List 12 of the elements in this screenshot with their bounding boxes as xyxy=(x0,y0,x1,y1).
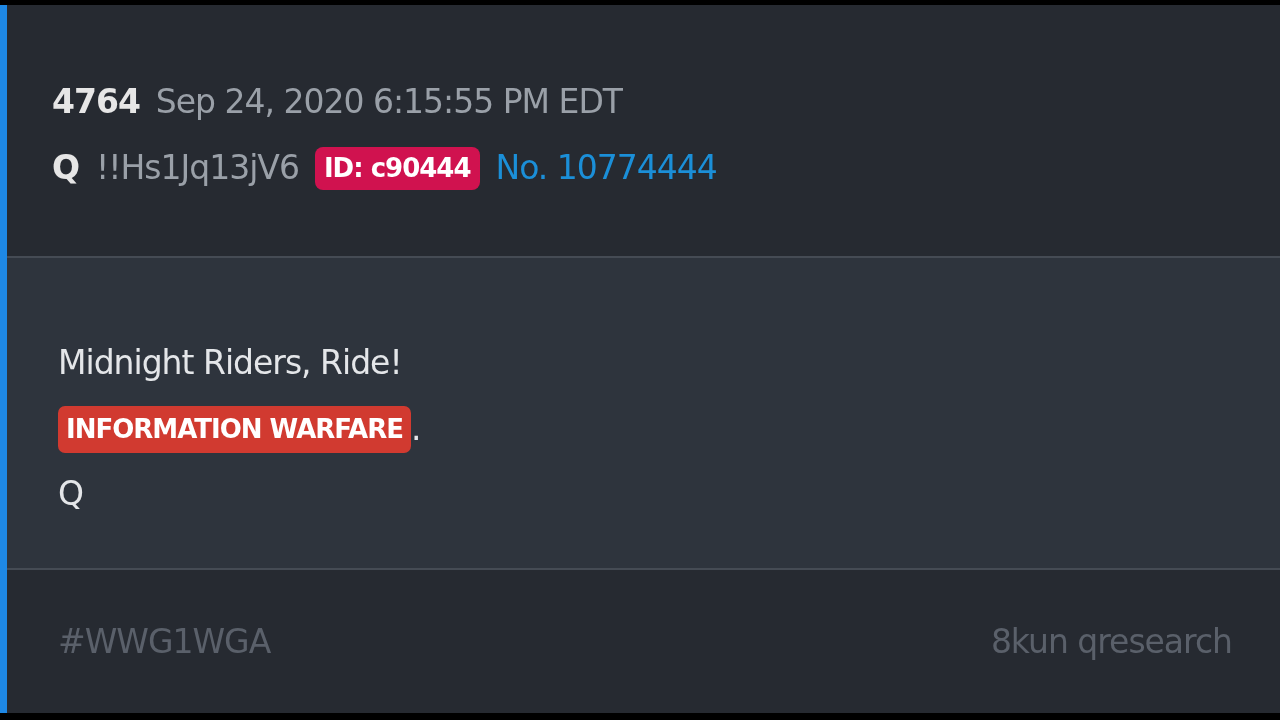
punctuation-text: . xyxy=(410,407,421,450)
post-number: 4764 xyxy=(52,81,140,124)
hashtag-text: #WWG1WGA xyxy=(58,620,271,663)
signature-text: Q xyxy=(58,473,84,515)
tripcode: !!Hs1Jq13jV6 xyxy=(96,147,299,190)
highlighted-text: INFORMATION WARFARE xyxy=(58,406,411,453)
source-text: 8kun qresearch xyxy=(990,620,1232,663)
post-link[interactable]: No. 10774444 xyxy=(495,143,717,193)
post-timestamp: Sep 24, 2020 6:15:55 PM EDT xyxy=(155,81,622,124)
message-text: Midnight Riders, Ride! xyxy=(58,342,403,384)
author-name: Q xyxy=(52,147,81,190)
id-badge: ID: c90444 xyxy=(314,146,480,190)
